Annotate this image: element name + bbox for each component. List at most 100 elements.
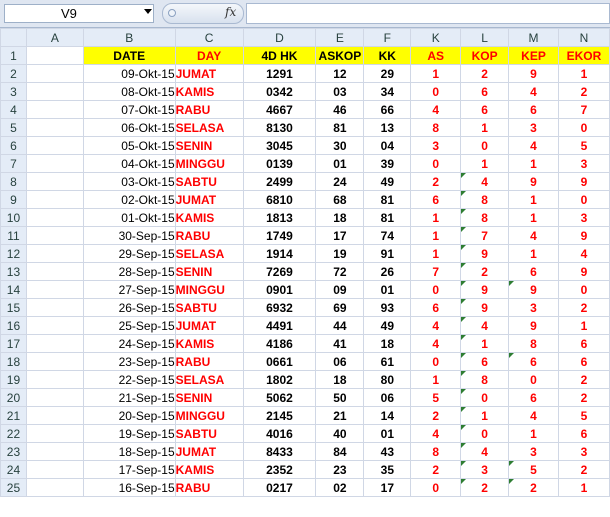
- row-header[interactable]: 24: [0, 460, 27, 479]
- cell-4d-hk[interactable]: 0342: [242, 82, 317, 101]
- cell-kop[interactable]: 4: [460, 442, 510, 461]
- cell[interactable]: [25, 208, 84, 227]
- cell-date[interactable]: 16-Sep-15: [82, 478, 176, 497]
- cell-askop[interactable]: 40: [315, 424, 365, 443]
- cell-kep[interactable]: 9: [508, 280, 559, 299]
- cell-kop[interactable]: 0: [460, 424, 510, 443]
- column-header-m[interactable]: M: [508, 28, 559, 47]
- cell-day[interactable]: MINGGU: [174, 280, 244, 299]
- cell-day[interactable]: MINGGU: [174, 406, 244, 425]
- row-header[interactable]: 17: [0, 334, 27, 353]
- cell-date[interactable]: 19-Sep-15: [82, 424, 176, 443]
- cell-kop[interactable]: 2: [460, 64, 510, 83]
- cell-kk[interactable]: 14: [363, 406, 412, 425]
- cell[interactable]: [25, 334, 84, 353]
- cell-date[interactable]: 27-Sep-15: [82, 280, 176, 299]
- cell-day[interactable]: SABTU: [174, 298, 244, 317]
- cell-kop[interactable]: 8: [460, 208, 510, 227]
- column-header-l[interactable]: L: [460, 28, 510, 47]
- cell-4d-hk[interactable]: 7269: [242, 262, 317, 281]
- cell-ekor[interactable]: 1: [557, 316, 610, 335]
- cell-kep[interactable]: 3: [508, 298, 559, 317]
- cell[interactable]: [25, 190, 84, 209]
- cell-kep[interactable]: 4: [508, 406, 559, 425]
- cell-day[interactable]: SABTU: [174, 424, 244, 443]
- cell-askop[interactable]: 21: [315, 406, 365, 425]
- cell-day[interactable]: JUMAT: [174, 316, 244, 335]
- cell-as[interactable]: 1: [410, 226, 462, 245]
- cell[interactable]: [25, 64, 84, 83]
- cell-ekor[interactable]: 2: [557, 370, 610, 389]
- cell-kop[interactable]: 8: [460, 370, 510, 389]
- cell-kep[interactable]: 4: [508, 226, 559, 245]
- cell-kep[interactable]: 6: [508, 388, 559, 407]
- cell-ekor[interactable]: 9: [557, 172, 610, 191]
- cell-kk[interactable]: 81: [363, 208, 412, 227]
- cell-kk[interactable]: 17: [363, 478, 412, 497]
- cell-as[interactable]: 5: [410, 388, 462, 407]
- cell-as[interactable]: 1: [410, 64, 462, 83]
- row-header[interactable]: 5: [0, 118, 27, 137]
- cell-date[interactable]: 30-Sep-15: [82, 226, 176, 245]
- cell-4d-hk[interactable]: 2352: [242, 460, 317, 479]
- cell-kep[interactable]: 6: [508, 262, 559, 281]
- cell-kep[interactable]: 9: [508, 172, 559, 191]
- cell-ekor[interactable]: 1: [557, 478, 610, 497]
- cell-askop[interactable]: 12: [315, 64, 365, 83]
- cell-kk[interactable]: 81: [363, 190, 412, 209]
- cell-kop[interactable]: 4: [460, 316, 510, 335]
- cell-4d-hk[interactable]: 1813: [242, 208, 317, 227]
- cell-day[interactable]: RABU: [174, 352, 244, 371]
- cell-kk[interactable]: 18: [363, 334, 412, 353]
- cell-ekor[interactable]: 6: [557, 334, 610, 353]
- cell-kop[interactable]: 8: [460, 190, 510, 209]
- header-cell-ekor[interactable]: EKOR: [557, 46, 610, 65]
- cell-askop[interactable]: 69: [315, 298, 365, 317]
- row-header[interactable]: 4: [0, 100, 27, 119]
- cell-day[interactable]: SENIN: [174, 388, 244, 407]
- row-header[interactable]: 1: [0, 46, 27, 65]
- cell-kk[interactable]: 61: [363, 352, 412, 371]
- cell[interactable]: [25, 46, 84, 65]
- cell-date[interactable]: 23-Sep-15: [82, 352, 176, 371]
- cell-4d-hk[interactable]: 1749: [242, 226, 317, 245]
- cell-ekor[interactable]: 5: [557, 136, 610, 155]
- cell-date[interactable]: 22-Sep-15: [82, 370, 176, 389]
- cell-kep[interactable]: 0: [508, 370, 559, 389]
- cell-askop[interactable]: 18: [315, 370, 365, 389]
- cell-ekor[interactable]: 3: [557, 442, 610, 461]
- cell-day[interactable]: JUMAT: [174, 442, 244, 461]
- cell[interactable]: [25, 136, 84, 155]
- header-cell-as[interactable]: AS: [410, 46, 462, 65]
- cell[interactable]: [25, 82, 84, 101]
- cell-kk[interactable]: 29: [363, 64, 412, 83]
- row-header[interactable]: 14: [0, 280, 27, 299]
- cell-date[interactable]: 26-Sep-15: [82, 298, 176, 317]
- cell-askop[interactable]: 03: [315, 82, 365, 101]
- cell-askop[interactable]: 23: [315, 460, 365, 479]
- cell-ekor[interactable]: 2: [557, 388, 610, 407]
- cell-kop[interactable]: 1: [460, 154, 510, 173]
- cell-4d-hk[interactable]: 5062: [242, 388, 317, 407]
- cell-kk[interactable]: 01: [363, 280, 412, 299]
- cell-kep[interactable]: 1: [508, 154, 559, 173]
- cell-kop[interactable]: 2: [460, 262, 510, 281]
- cell-kk[interactable]: 93: [363, 298, 412, 317]
- cell-date[interactable]: 24-Sep-15: [82, 334, 176, 353]
- cell-kk[interactable]: 43: [363, 442, 412, 461]
- cell-kop[interactable]: 6: [460, 100, 510, 119]
- row-header[interactable]: 25: [0, 478, 27, 497]
- cell-as[interactable]: 0: [410, 280, 462, 299]
- cell-day[interactable]: KAMIS: [174, 334, 244, 353]
- cell-4d-hk[interactable]: 0661: [242, 352, 317, 371]
- cell-askop[interactable]: 30: [315, 136, 365, 155]
- cell-askop[interactable]: 18: [315, 208, 365, 227]
- cell-as[interactable]: 1: [410, 244, 462, 263]
- cell-kk[interactable]: 49: [363, 316, 412, 335]
- cell-date[interactable]: 20-Sep-15: [82, 406, 176, 425]
- cell-4d-hk[interactable]: 4667: [242, 100, 317, 119]
- cell-kep[interactable]: 6: [508, 100, 559, 119]
- cell-as[interactable]: 1: [410, 370, 462, 389]
- formula-input[interactable]: [246, 3, 610, 24]
- cell-as[interactable]: 0: [410, 82, 462, 101]
